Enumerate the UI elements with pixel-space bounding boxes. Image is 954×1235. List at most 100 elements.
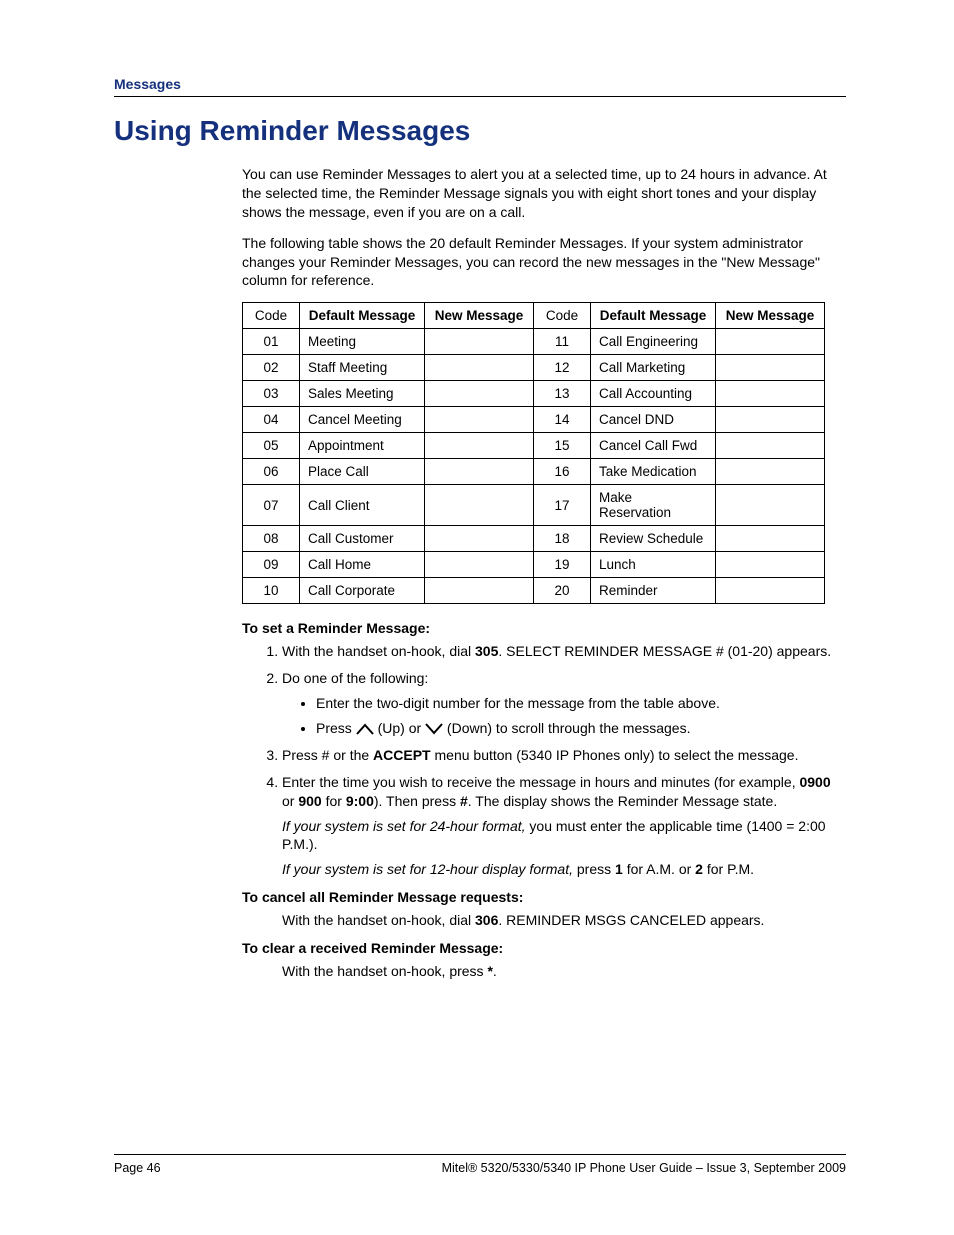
table-row: 09Call Home19Lunch: [243, 552, 825, 578]
cell-new-message: [425, 407, 534, 433]
footer-doc-title: Mitel® 5320/5330/5340 IP Phone User Guid…: [442, 1161, 846, 1175]
step-4-note-24h: If your system is set for 24-hour format…: [282, 817, 846, 855]
clear-step: With the handset on-hook, press *.: [282, 962, 846, 981]
cell-new-message: [425, 485, 534, 526]
cell-new-message: [716, 433, 825, 459]
subhead-set: To set a Reminder Message:: [242, 620, 846, 636]
subhead-cancel: To cancel all Reminder Message requests:: [242, 889, 846, 905]
cell-default-message: Make Reservation: [591, 485, 716, 526]
page-footer: Page 46 Mitel® 5320/5330/5340 IP Phone U…: [114, 1154, 846, 1175]
cell-new-message: [425, 578, 534, 604]
cell-default-message: Appointment: [300, 433, 425, 459]
section-header: Messages: [114, 76, 846, 97]
cell-code: 15: [534, 433, 591, 459]
th-default-left: Default Message: [300, 303, 425, 329]
step-1: With the handset on-hook, dial 305. SELE…: [282, 642, 846, 661]
step-2: Do one of the following: Enter the two-d…: [282, 669, 846, 738]
th-new-right: New Message: [716, 303, 825, 329]
table-row: 10Call Corporate20Reminder: [243, 578, 825, 604]
cell-default-message: Place Call: [300, 459, 425, 485]
cell-code: 11: [534, 329, 591, 355]
cell-code: 02: [243, 355, 300, 381]
cell-default-message: Call Customer: [300, 526, 425, 552]
cell-new-message: [425, 433, 534, 459]
step-2-bullet-2: Press (Up) or (Down) to scroll through t…: [316, 719, 846, 738]
cell-default-message: Sales Meeting: [300, 381, 425, 407]
cell-code: 06: [243, 459, 300, 485]
cell-new-message: [425, 355, 534, 381]
cell-default-message: Call Engineering: [591, 329, 716, 355]
cell-new-message: [716, 329, 825, 355]
cell-new-message: [716, 485, 825, 526]
cell-default-message: Call Marketing: [591, 355, 716, 381]
cell-new-message: [425, 552, 534, 578]
cell-code: 14: [534, 407, 591, 433]
down-arrow-icon: [425, 723, 443, 735]
cell-default-message: Cancel Meeting: [300, 407, 425, 433]
cell-new-message: [716, 552, 825, 578]
page: Messages Using Reminder Messages You can…: [0, 0, 954, 1235]
table-row: 05Appointment 15Cancel Call Fwd: [243, 433, 825, 459]
cell-new-message: [425, 329, 534, 355]
cell-default-message: Staff Meeting: [300, 355, 425, 381]
cell-new-message: [716, 407, 825, 433]
cell-code: 17: [534, 485, 591, 526]
cell-default-message: Call Corporate: [300, 578, 425, 604]
cell-default-message: Cancel Call Fwd: [591, 433, 716, 459]
cell-code: 18: [534, 526, 591, 552]
th-code-right: Code: [534, 303, 591, 329]
cell-default-message: Call Accounting: [591, 381, 716, 407]
cancel-step: With the handset on-hook, dial 306. REMI…: [282, 911, 846, 930]
cell-new-message: [716, 381, 825, 407]
up-arrow-icon: [356, 723, 374, 735]
cell-default-message: Take Medication: [591, 459, 716, 485]
cell-new-message: [716, 526, 825, 552]
table-row: 03Sales Meeting 13Call Accounting: [243, 381, 825, 407]
cell-default-message: Review Schedule: [591, 526, 716, 552]
th-default-right: Default Message: [591, 303, 716, 329]
table-row: 02Staff Meeting 12Call Marketing: [243, 355, 825, 381]
cell-default-message: Call Client: [300, 485, 425, 526]
step-3: Press # or the ACCEPT menu button (5340 …: [282, 746, 846, 765]
cell-default-message: Meeting: [300, 329, 425, 355]
cell-default-message: Reminder: [591, 578, 716, 604]
subhead-clear: To clear a received Reminder Message:: [242, 940, 846, 956]
cell-code: 16: [534, 459, 591, 485]
step-2-bullet-1: Enter the two-digit number for the messa…: [316, 694, 846, 713]
cell-code: 03: [243, 381, 300, 407]
cell-new-message: [716, 355, 825, 381]
cell-code: 12: [534, 355, 591, 381]
cell-code: 08: [243, 526, 300, 552]
table-row: 01Meeting 11Call Engineering: [243, 329, 825, 355]
intro-paragraph-2: The following table shows the 20 default…: [242, 234, 846, 291]
th-new-left: New Message: [425, 303, 534, 329]
cell-default-message: Cancel DND: [591, 407, 716, 433]
cell-code: 05: [243, 433, 300, 459]
cell-new-message: [716, 459, 825, 485]
cell-code: 07: [243, 485, 300, 526]
step-4-note-12h: If your system is set for 12-hour displa…: [282, 860, 846, 879]
cell-code: 19: [534, 552, 591, 578]
set-steps-list: With the handset on-hook, dial 305. SELE…: [242, 642, 846, 879]
table-row: 08Call Customer 18Review Schedule: [243, 526, 825, 552]
cell-default-message: Lunch: [591, 552, 716, 578]
step-4: Enter the time you wish to receive the m…: [282, 773, 846, 879]
cell-new-message: [425, 459, 534, 485]
reminder-messages-table: Code Default Message New Message Code De…: [242, 302, 825, 604]
cell-new-message: [716, 578, 825, 604]
th-code-left: Code: [243, 303, 300, 329]
cell-code: 04: [243, 407, 300, 433]
cell-code: 13: [534, 381, 591, 407]
cell-code: 01: [243, 329, 300, 355]
table-row: 04Cancel Meeting 14Cancel DND: [243, 407, 825, 433]
cell-new-message: [425, 381, 534, 407]
cell-code: 20: [534, 578, 591, 604]
footer-page-number: Page 46: [114, 1161, 161, 1175]
table-row: 06Place Call 16Take Medication: [243, 459, 825, 485]
body-content: You can use Reminder Messages to alert y…: [242, 165, 846, 981]
page-title: Using Reminder Messages: [114, 115, 846, 147]
cell-new-message: [425, 526, 534, 552]
intro-paragraph-1: You can use Reminder Messages to alert y…: [242, 165, 846, 222]
table-row: 07Call Client 17Make Reservation: [243, 485, 825, 526]
cell-default-message: Call Home: [300, 552, 425, 578]
